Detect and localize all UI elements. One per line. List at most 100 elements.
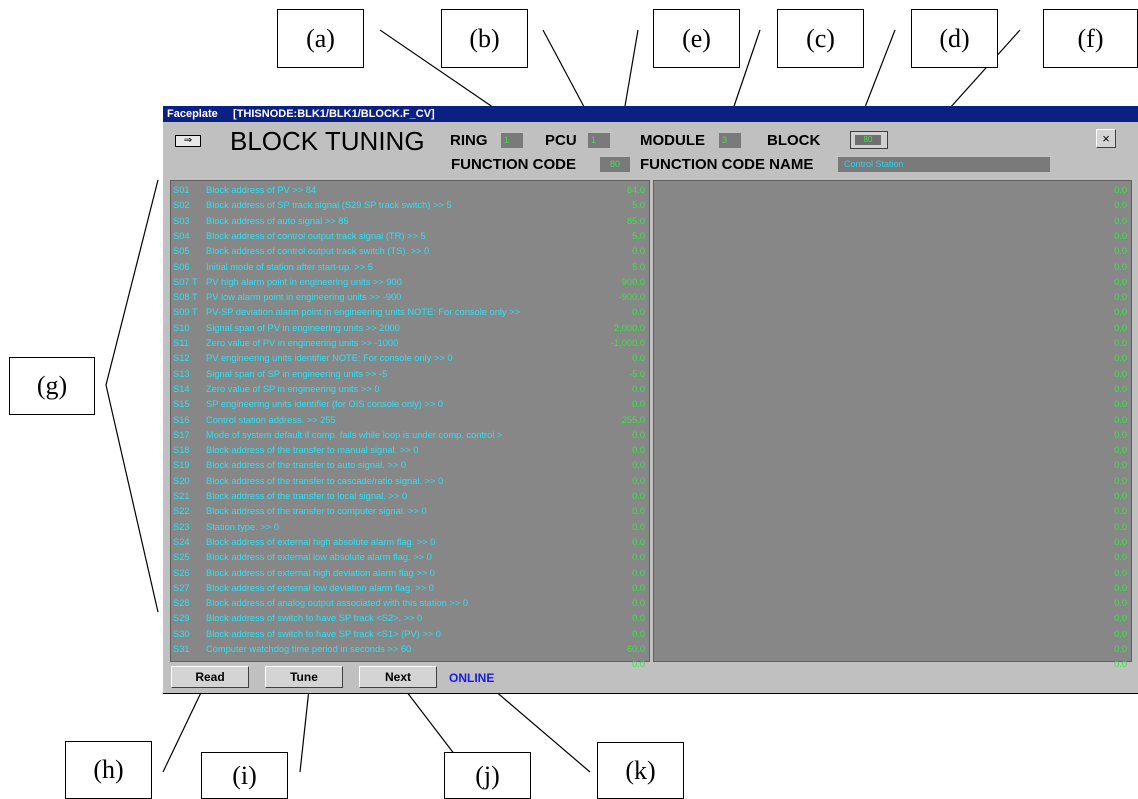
parameter-value[interactable]: 0.0 (1114, 338, 1127, 349)
table-row[interactable]: S19 Block address of the transfer to auto… (171, 460, 649, 471)
parameter-value[interactable]: 0.0 (1114, 185, 1127, 196)
table-row[interactable]: S02 Block address of SP track signal (S29… (171, 200, 649, 211)
table-row[interactable]: S09 T PV-SP deviation alarm point in engi… (171, 307, 649, 318)
next-button[interactable]: Next (359, 666, 437, 688)
parameter-value[interactable]: 0.0 (1114, 323, 1127, 334)
parameter-value[interactable]: -5.0 (629, 369, 645, 380)
parameter-value[interactable]: -1,000.0 (611, 338, 645, 349)
parameter-value[interactable]: 0.0 (1114, 353, 1127, 364)
table-row[interactable]: S16 Control station address. >> 255 255.0 (171, 415, 649, 426)
table-row[interactable]: S27 Block address of external low deviati… (171, 583, 649, 594)
parameter-value[interactable]: 0.0 (1114, 216, 1127, 227)
parameter-value[interactable]: 0.0 (632, 491, 645, 502)
parameter-value[interactable]: 0.0 (1114, 568, 1127, 579)
parameter-value[interactable]: 0.0 (632, 399, 645, 410)
block-value-box[interactable]: 80 (850, 131, 888, 149)
table-row[interactable]: S14 Zero value of SP in engineering units… (171, 384, 649, 395)
parameter-value[interactable]: 60.0 (627, 644, 645, 655)
table-row[interactable]: S06 Initial mode of station after start-u… (171, 262, 649, 273)
parameter-value[interactable]: 84.0 (627, 185, 645, 196)
table-row[interactable]: S15 SP engineering units identifier (for … (171, 399, 649, 410)
parameter-value[interactable]: 5.0 (632, 231, 645, 242)
parameter-value[interactable]: 0.0 (1114, 552, 1127, 563)
parameter-value[interactable]: 0.0 (1114, 583, 1127, 594)
parameter-value[interactable]: 0.0 (1114, 460, 1127, 471)
parameter-value[interactable]: 0.0 (632, 476, 645, 487)
table-row[interactable]: S20 Block address of the transfer to casc… (171, 476, 649, 487)
parameter-value[interactable]: 0.0 (1114, 384, 1127, 395)
parameter-value[interactable]: 5.0 (632, 200, 645, 211)
parameter-value[interactable]: 0.0 (1114, 659, 1127, 670)
parameter-value[interactable]: 0.0 (632, 246, 645, 257)
table-row[interactable]: S03 Block address of auto signal >> 85 85.… (171, 216, 649, 227)
table-row[interactable]: S17 Mode of system default if comp. fails… (171, 430, 649, 441)
parameter-value[interactable]: 0.0 (1114, 369, 1127, 380)
table-row[interactable]: S07 T PV high alarm point in engineering … (171, 277, 649, 288)
parameter-value[interactable]: 0.0 (1114, 307, 1127, 318)
parameter-value[interactable]: 0.0 (1114, 445, 1127, 456)
table-row[interactable]: S13 Signal span of SP in engineering unit… (171, 369, 649, 380)
parameter-value[interactable]: 0.0 (632, 384, 645, 395)
parameter-value[interactable]: 0.0 (632, 537, 645, 548)
table-row[interactable]: S23 Station type. >> 0 0.0 (171, 522, 649, 533)
parameter-value[interactable]: 0.0 (1114, 415, 1127, 426)
parameter-value[interactable]: 0.0 (632, 506, 645, 517)
parameter-value[interactable]: 0.0 (1114, 262, 1127, 273)
table-row[interactable]: S22 Block address of the transfer to comp… (171, 506, 649, 517)
parameter-value[interactable]: 0.0 (632, 583, 645, 594)
parameter-value[interactable]: 0.0 (632, 568, 645, 579)
parameter-value[interactable]: 0.0 (632, 629, 645, 640)
parameter-value[interactable]: 5.0 (632, 262, 645, 273)
parameter-value[interactable]: 0.0 (632, 613, 645, 624)
parameter-value[interactable]: 0.0 (632, 552, 645, 563)
table-row[interactable]: S12 PV engineering units identifier NOTE:… (171, 353, 649, 364)
parameter-value[interactable]: 0.0 (1114, 522, 1127, 533)
table-row[interactable]: S25 Block address of external low absolut… (171, 552, 649, 563)
parameter-value[interactable]: 0.0 (632, 307, 645, 318)
table-row[interactable]: S31 Computer watchdog time period in seco… (171, 644, 649, 655)
table-row[interactable]: S05 Block address of control output track… (171, 246, 649, 257)
parameter-value[interactable]: 0.0 (1114, 644, 1127, 655)
parameter-value[interactable]: 0.0 (1114, 277, 1127, 288)
parameter-value[interactable]: 0.0 (1114, 506, 1127, 517)
parameter-value[interactable]: 0.0 (1114, 537, 1127, 548)
parameter-value[interactable]: 0.0 (1114, 430, 1127, 441)
parameter-value[interactable]: 0.0 (632, 659, 645, 670)
table-row[interactable]: S08 T PV low alarm point in engineering u… (171, 292, 649, 303)
parameter-value[interactable]: 85.0 (627, 216, 645, 227)
parameter-value[interactable]: 0.0 (632, 598, 645, 609)
table-row[interactable]: S10 Signal span of PV in engineering unit… (171, 323, 649, 334)
parameter-value[interactable]: 0.0 (1114, 613, 1127, 624)
table-row[interactable]: S29 Block address of switch to have SP tr… (171, 613, 649, 624)
parameter-value[interactable]: 0.0 (632, 522, 645, 533)
table-row[interactable]: S21 Block address of the transfer to loca… (171, 491, 649, 502)
parameter-value[interactable]: 0.0 (1114, 231, 1127, 242)
table-row[interactable]: S18 Block address of the transfer to manu… (171, 445, 649, 456)
table-row[interactable]: S24 Block address of external high absolu… (171, 537, 649, 548)
parameter-value[interactable]: 0.0 (632, 353, 645, 364)
parameter-value[interactable]: 255.0 (622, 415, 645, 426)
parameter-value[interactable]: 0.0 (1114, 476, 1127, 487)
table-row[interactable]: S01 Block address of PV >> 84 84.0 (171, 185, 649, 196)
table-row[interactable]: S28 Block address of analog output associ… (171, 598, 649, 609)
parameter-value[interactable]: 0.0 (1114, 629, 1127, 640)
parameter-value[interactable]: 0.0 (632, 460, 645, 471)
parameter-value[interactable]: 0.0 (632, 430, 645, 441)
table-row[interactable]: S26 Block address of external high deviat… (171, 568, 649, 579)
tune-button[interactable]: Tune (265, 666, 343, 688)
parameter-list-left[interactable]: S01 Block address of PV >> 84 84.0 S02 Block… (170, 180, 650, 669)
table-row[interactable]: S30 Block address of switch to have SP tr… (171, 629, 649, 640)
parameter-value[interactable]: 0.0 (632, 445, 645, 456)
exit-arrow-icon[interactable]: ⇒ (175, 135, 201, 147)
parameter-value[interactable]: 900.0 (622, 277, 645, 288)
parameter-value[interactable]: 0.0 (1114, 491, 1127, 502)
parameter-value[interactable]: -900.0 (619, 292, 645, 303)
close-button[interactable]: × (1096, 129, 1116, 148)
read-button[interactable]: Read (171, 666, 249, 688)
parameter-value[interactable]: 0.0 (1114, 246, 1127, 257)
parameter-value[interactable]: 0.0 (1114, 399, 1127, 410)
parameter-value[interactable]: 0.0 (1114, 200, 1127, 211)
parameter-value[interactable]: 0.0 (1114, 292, 1127, 303)
parameter-value[interactable]: 0.0 (1114, 598, 1127, 609)
table-row[interactable]: S11 Zero value of PV in engineering units… (171, 338, 649, 349)
